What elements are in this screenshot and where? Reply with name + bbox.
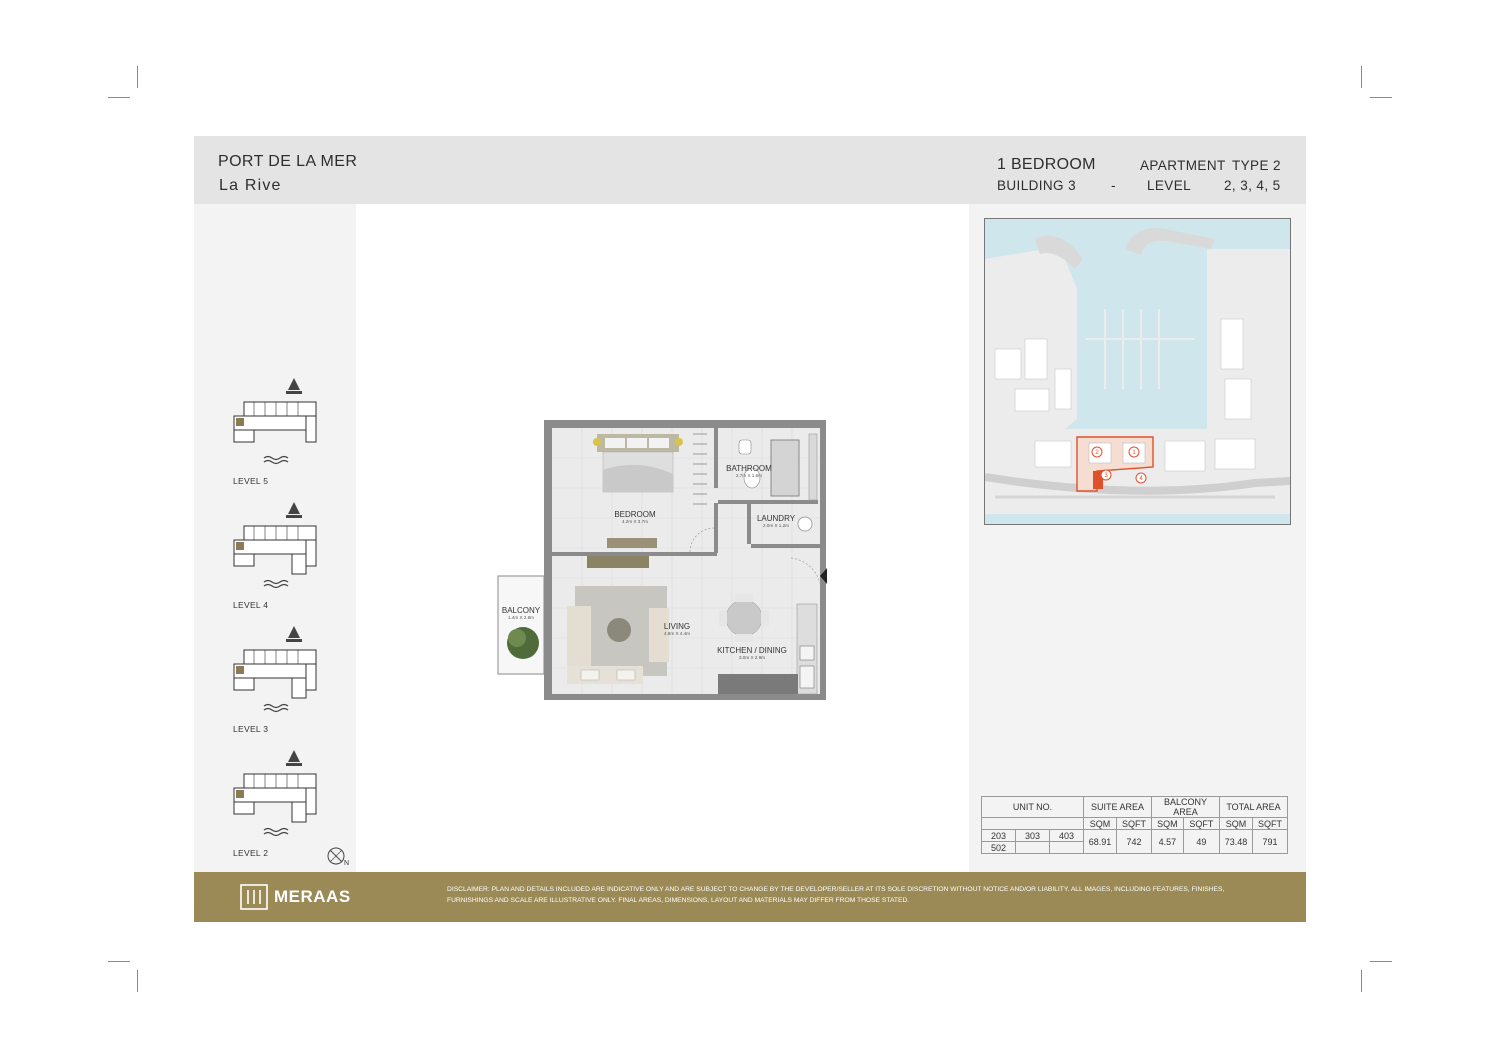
room-label-bedroom: BEDROOM 4.2m X 3.7m	[600, 510, 670, 524]
room-name: LAUNDRY	[756, 514, 796, 523]
balcony-sqm-value: 4.57	[1151, 829, 1184, 854]
crop-mark	[108, 961, 130, 962]
suite-sqft-value: 742	[1116, 829, 1152, 854]
level-label: LEVEL	[1147, 178, 1192, 193]
keyplan-diagram	[233, 378, 317, 465]
total-sqft-header: SQFT	[1252, 817, 1288, 830]
suite-sqm-header: SQM	[1082, 817, 1118, 830]
details-column: 1 2 3 4 UNIT NO. SUITE AREA BALCONY AREA…	[969, 204, 1306, 872]
floor-plan: BEDROOM 4.2m X 3.7m BATHROOM 2.7m X 1.6m…	[497, 418, 829, 708]
project-name: PORT DE LA MER	[218, 153, 358, 170]
total-sqm-value: 73.48	[1218, 829, 1254, 854]
room-name: BALCONY	[501, 606, 541, 615]
apartment-type: TYPE 2	[1232, 158, 1281, 173]
crop-mark	[1361, 66, 1362, 88]
level-values: 2, 3, 4, 5	[1224, 178, 1281, 193]
meraas-logo-icon	[240, 884, 268, 910]
header-separator: -	[1111, 178, 1116, 193]
room-label-bathroom: BATHROOM 2.7m X 1.6m	[719, 464, 779, 478]
site-map-drawing: 1 2 3 4	[985, 219, 1290, 524]
room-dimension: 4.8m X 4.4m	[663, 631, 691, 636]
brochure-sheet: PORT DE LA MER La Rive 1 BEDROOM APARTME…	[194, 136, 1306, 922]
crop-mark	[137, 970, 138, 992]
unit-number: 502	[981, 841, 1016, 854]
room-dimension: 2.0m X 1.2m	[762, 523, 790, 528]
room-label-living: LIVING 4.8m X 4.4m	[657, 622, 697, 636]
unit-number-empty	[1015, 841, 1050, 854]
keyplan-label: LEVEL 3	[233, 724, 269, 734]
room-label-balcony: BALCONY 1.4m X 2.8m	[500, 606, 542, 620]
balcony-area-header: BALCONY AREA	[1151, 796, 1220, 818]
room-name: KITCHEN / DINING	[717, 646, 787, 655]
unit-number: 303	[1015, 829, 1050, 842]
keyplan-label: LEVEL 5	[233, 476, 269, 486]
room-dimension: 2.7m X 1.6m	[735, 473, 763, 478]
keyplan-label: LEVEL 4	[233, 600, 269, 610]
keyplan-level-3: LEVEL 3	[230, 622, 330, 734]
room-name: LIVING	[663, 622, 691, 631]
unit-number-empty	[1049, 841, 1084, 854]
unit-number: 403	[1049, 829, 1084, 842]
crop-mark	[1370, 961, 1392, 962]
room-label-laundry: LAUNDRY 2.0m X 1.2m	[751, 514, 801, 528]
room-name: BEDROOM	[614, 510, 656, 519]
total-sqm-header: SQM	[1218, 817, 1254, 830]
balcony-sqm-header: SQM	[1151, 817, 1184, 830]
keyplan-label: LEVEL 2	[233, 848, 269, 858]
unit-area-table: UNIT NO. SUITE AREA BALCONY AREA TOTAL A…	[981, 796, 1288, 854]
meraas-logo: MERAAS	[240, 884, 351, 910]
north-compass-icon	[327, 847, 345, 865]
keyplan-diagram	[233, 750, 317, 837]
suite-sqm-value: 68.91	[1082, 829, 1118, 854]
disclaimer-text: DISCLAIMER: PLAN AND DETAILS INCLUDED AR…	[447, 886, 1225, 904]
keyplan-level-4: LEVEL 4	[230, 498, 330, 610]
building-number: BUILDING 3	[997, 178, 1077, 193]
total-area-header: TOTAL AREA	[1219, 796, 1288, 818]
crop-mark	[108, 97, 130, 98]
room-label-kitchen-dining: KITCHEN / DINING 3.0m X 2.9m	[717, 646, 787, 660]
site-location-map: 1 2 3 4	[984, 218, 1291, 525]
suite-sqft-header: SQFT	[1116, 817, 1152, 830]
unit-type: 1 BEDROOM	[997, 156, 1096, 173]
crop-mark	[1370, 97, 1392, 98]
floor-plan-drawing	[497, 420, 827, 700]
balcony-sqft-header: SQFT	[1182, 817, 1221, 830]
unit-number: 203	[981, 829, 1016, 842]
keyplan-diagram	[233, 502, 317, 589]
keyplan-diagram	[233, 626, 317, 713]
unit-no-spacer	[981, 817, 1084, 830]
footer-bar: MERAAS DISCLAIMER: PLAN AND DETAILS INCL…	[194, 872, 1306, 922]
room-name: BATHROOM	[726, 464, 772, 473]
total-sqft-value: 791	[1252, 829, 1288, 854]
subproject-name: La Rive	[219, 177, 282, 194]
apartment-label: APARTMENT	[1140, 158, 1226, 173]
suite-area-header: SUITE AREA	[1083, 796, 1152, 818]
room-dimension: 1.4m X 2.8m	[507, 615, 535, 620]
crop-mark	[137, 66, 138, 88]
keyplan-column: LEVEL 5 LEVEL 4 LEVEL 3 LEVEL 2 N	[194, 204, 356, 872]
keyplan-level-5: LEVEL 5	[230, 374, 330, 486]
brand-name: MERAAS	[274, 887, 351, 906]
unit-no-header: UNIT NO.	[981, 796, 1084, 818]
crop-mark	[1361, 970, 1362, 992]
header-bar: PORT DE LA MER La Rive 1 BEDROOM APARTME…	[194, 136, 1306, 204]
room-dimension: 3.0m X 2.9m	[738, 655, 766, 660]
keyplan-level-2: LEVEL 2	[230, 746, 330, 858]
compass-label: N	[344, 860, 350, 867]
room-dimension: 4.2m X 3.7m	[621, 519, 649, 524]
balcony-sqft-value: 49	[1182, 829, 1221, 854]
